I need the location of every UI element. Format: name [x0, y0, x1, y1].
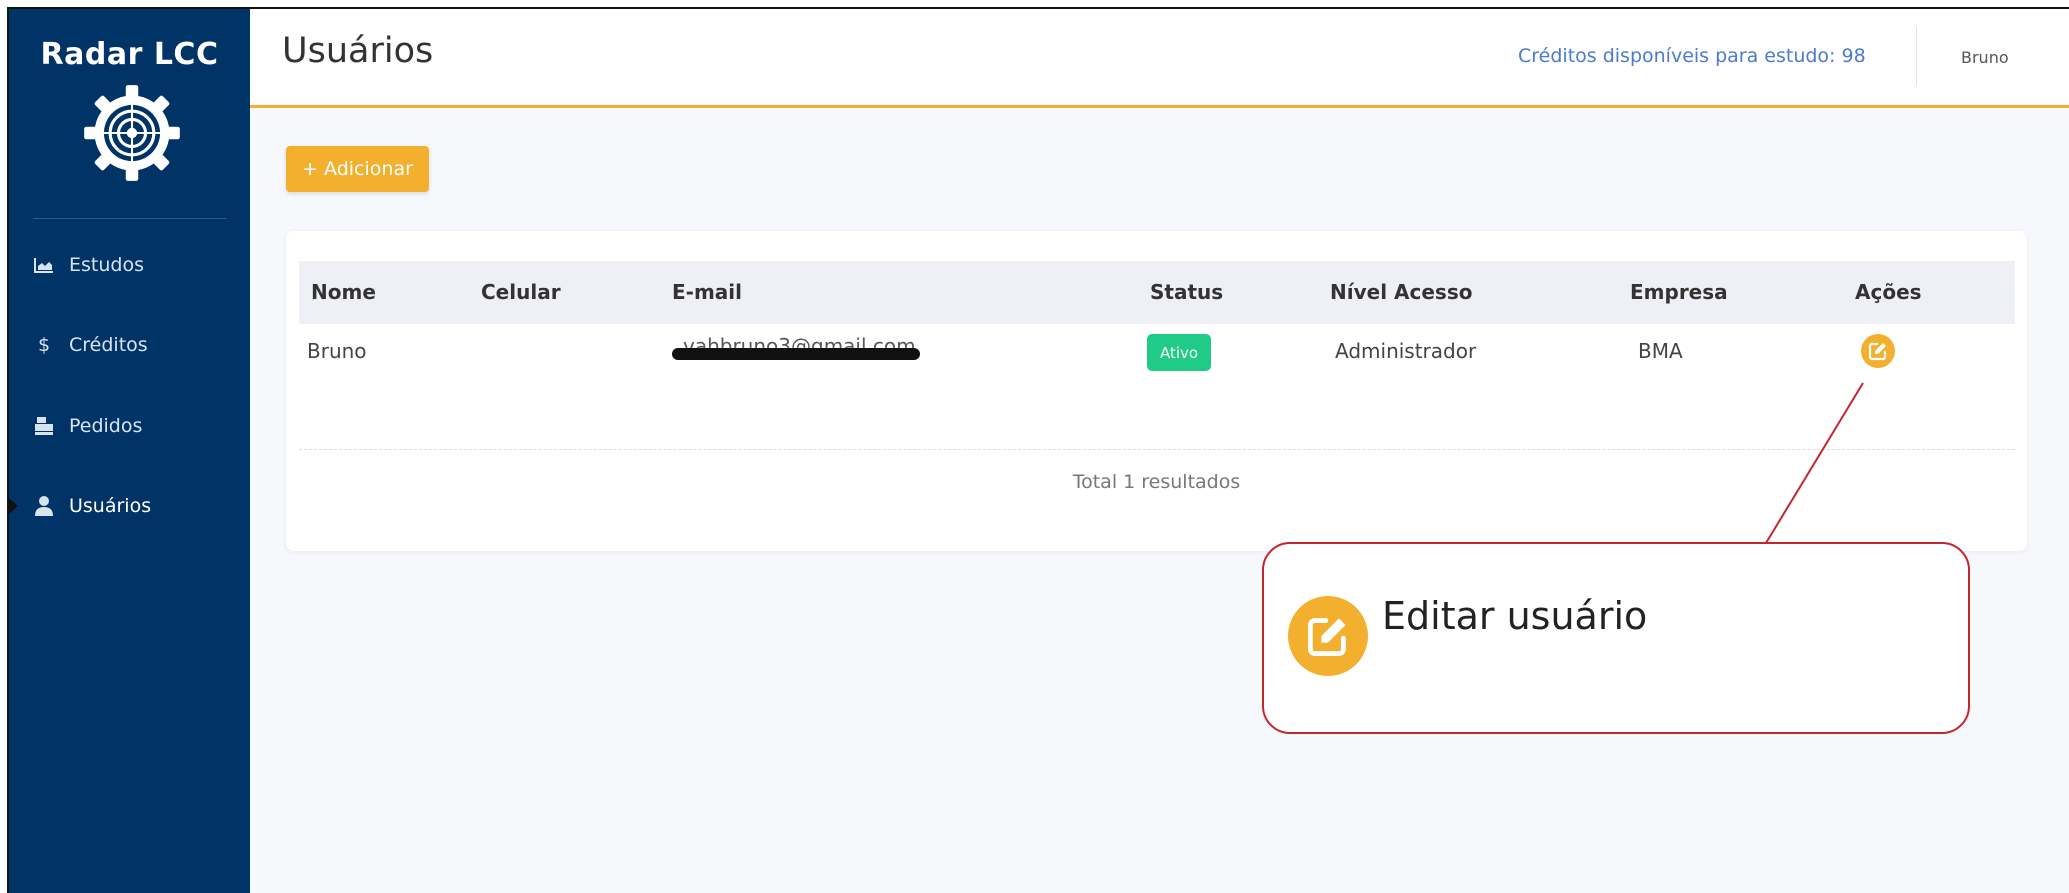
sidebar-item-pedidos[interactable]: Pedidos	[33, 406, 142, 446]
app-window: Radar LCC Estudos $ Créditos Pedidos Usu…	[7, 7, 2069, 893]
header-divider	[1916, 27, 1917, 85]
users-table-card: Nome Celular E-mail Status Nível Acesso …	[286, 231, 2027, 551]
annotation-text: Editar usuário	[1382, 594, 1648, 638]
cell-nome: Bruno	[307, 339, 367, 363]
results-total: Total 1 resultados	[1072, 471, 1241, 493]
sidebar-item-label: Usuários	[69, 495, 152, 517]
top-header: Usuários Créditos disponíveis para estud…	[250, 9, 2069, 108]
edit-icon	[1288, 596, 1368, 676]
column-header-nivel-acesso: Nível Acesso	[1330, 280, 1473, 304]
sidebar-item-estudos[interactable]: Estudos	[33, 245, 144, 285]
column-header-nome: Nome	[311, 280, 376, 304]
column-header-celular: Celular	[481, 280, 561, 304]
sidebar: Radar LCC Estudos $ Créditos Pedidos Usu…	[9, 9, 250, 893]
column-header-email: E-mail	[672, 280, 743, 304]
sidebar-item-creditos[interactable]: $ Créditos	[33, 325, 148, 365]
sidebar-item-label: Estudos	[69, 254, 144, 276]
sidebar-item-label: Pedidos	[69, 415, 143, 437]
edit-icon	[1868, 342, 1887, 361]
redaction-mark	[672, 348, 920, 360]
column-header-status: Status	[1150, 280, 1224, 304]
sidebar-item-usuarios[interactable]: Usuários	[33, 486, 151, 526]
sidebar-divider	[33, 218, 227, 219]
status-badge: Ativo	[1147, 334, 1211, 371]
user-icon	[33, 495, 55, 517]
annotation-callout: Editar usuário	[1262, 542, 1970, 734]
chart-icon	[33, 254, 55, 276]
pointer-arrow-icon	[9, 498, 18, 514]
sidebar-item-label: Créditos	[69, 334, 148, 356]
cash-register-icon	[33, 415, 55, 437]
credits-available: Créditos disponíveis para estudo: 98	[1518, 45, 1866, 67]
dollar-icon: $	[37, 334, 51, 356]
cell-nivel-acesso: Administrador	[1335, 339, 1477, 363]
user-menu[interactable]: Bruno	[1961, 48, 2009, 67]
column-header-empresa: Empresa	[1630, 280, 1728, 304]
column-header-acoes: Ações	[1855, 280, 1922, 304]
target-gear-icon	[84, 85, 180, 181]
add-user-button[interactable]: + Adicionar	[286, 146, 429, 192]
brand-name: Radar LCC	[40, 37, 219, 72]
cell-empresa: BMA	[1638, 339, 1683, 363]
table-divider	[299, 449, 2015, 450]
edit-user-button[interactable]	[1861, 334, 1895, 368]
table-header: Nome Celular E-mail Status Nível Acesso …	[299, 261, 2015, 324]
page-title: Usuários	[282, 31, 434, 71]
